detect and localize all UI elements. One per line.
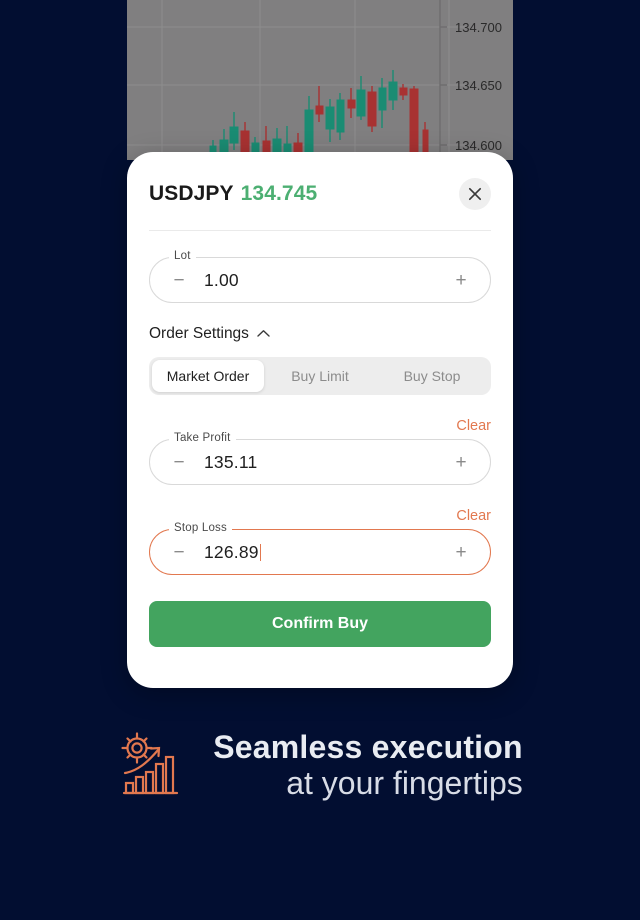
tagline-text: Seamless execution at your fingertips [213, 729, 523, 802]
symbol-label: USDJPY [149, 182, 234, 205]
chevron-up-icon [257, 325, 270, 343]
stop-loss-block: Clear Stop Loss − 126.89 + [149, 507, 491, 575]
lot-decrement-button[interactable]: − [168, 269, 190, 291]
axis-tick-label: 134.600 [455, 138, 502, 153]
lot-label: Lot [169, 250, 196, 262]
app-root: 134.700 134.650 134.600 USDJPY 134.745 Lo… [0, 0, 640, 920]
take-profit-clear-button[interactable]: Clear [456, 417, 491, 435]
header-divider [149, 230, 491, 231]
tagline: Seamless execution at your fingertips [0, 729, 640, 802]
take-profit-decrement-button[interactable]: − [168, 451, 190, 473]
confirm-buy-button[interactable]: Confirm Buy [149, 601, 491, 647]
close-icon [468, 187, 482, 201]
symbol-price: USDJPY 134.745 [149, 182, 317, 206]
stop-loss-value-wrap[interactable]: 126.89 [190, 542, 450, 563]
order-settings-toggle[interactable]: Order Settings [149, 325, 491, 343]
order-type-segmented-control: Market Order Buy Limit Buy Stop [149, 357, 491, 395]
order-settings-label: Order Settings [149, 325, 249, 342]
take-profit-block: Clear Take Profit − 135.11 + [149, 417, 491, 485]
lot-increment-button[interactable]: + [450, 269, 472, 291]
text-caret [259, 543, 262, 561]
tab-market-order[interactable]: Market Order [152, 360, 264, 392]
stop-loss-value: 126.89 [204, 541, 259, 562]
take-profit-increment-button[interactable]: + [450, 451, 472, 473]
price-chart: 134.700 134.650 134.600 [127, 0, 513, 160]
tagline-line-1: Seamless execution [213, 729, 523, 765]
growth-target-icon [117, 731, 187, 801]
lot-value[interactable]: 1.00 [190, 270, 450, 291]
stop-loss-label: Stop Loss [169, 522, 232, 534]
stop-loss-stepper[interactable]: Stop Loss − 126.89 + [149, 522, 491, 575]
lot-field-block: Lot − 1.00 + [149, 250, 491, 303]
lot-stepper[interactable]: Lot − 1.00 + [149, 250, 491, 303]
take-profit-value[interactable]: 135.11 [190, 452, 450, 473]
axis-tick-label: 134.650 [455, 78, 502, 93]
tab-buy-limit[interactable]: Buy Limit [264, 360, 376, 392]
tab-buy-stop[interactable]: Buy Stop [376, 360, 488, 392]
close-button[interactable] [459, 178, 491, 210]
price-label: 134.745 [240, 182, 318, 205]
stop-loss-decrement-button[interactable]: − [168, 541, 190, 563]
tagline-line-2: at your fingertips [286, 764, 523, 801]
candlestick-chart: 134.700 134.650 134.600 [127, 0, 513, 160]
stop-loss-increment-button[interactable]: + [450, 541, 472, 563]
stop-loss-clear-button[interactable]: Clear [456, 507, 491, 525]
order-ticket-modal: USDJPY 134.745 Lot − 1.00 + Order Settin… [127, 152, 513, 688]
take-profit-stepper[interactable]: Take Profit − 135.11 + [149, 432, 491, 485]
axis-tick-label: 134.700 [455, 20, 502, 35]
modal-header: USDJPY 134.745 [149, 174, 491, 210]
take-profit-label: Take Profit [169, 432, 236, 444]
